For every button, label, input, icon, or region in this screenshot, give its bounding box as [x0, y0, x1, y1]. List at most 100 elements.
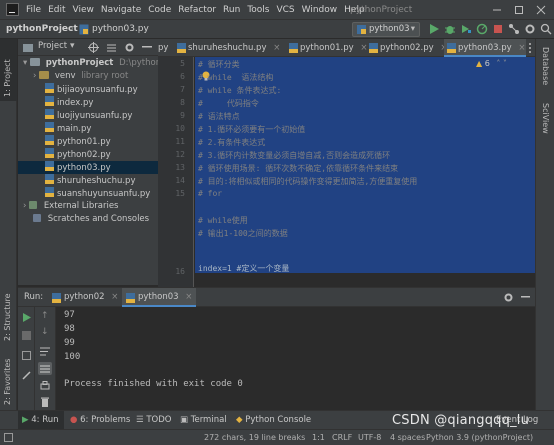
status-interpreter[interactable]: Python 3.9 (pythonProject)	[426, 430, 533, 445]
project-panel-header: Project ▾	[18, 39, 158, 56]
tab-overflow[interactable]: py	[158, 39, 168, 57]
chevron-down-icon: ▾	[23, 58, 28, 68]
tab-shuruheshuchu[interactable]: shuruheshuchu.py ×	[174, 39, 284, 57]
hide-icon[interactable]	[521, 296, 530, 299]
gear-icon[interactable]	[124, 42, 135, 53]
debug-icon[interactable]	[444, 23, 456, 35]
structure-tool-button[interactable]: 2: Structure	[3, 293, 12, 341]
tool-terminal-button[interactable]: ▣ Terminal	[180, 411, 227, 430]
tree-item-file[interactable]: bijiaoyunsuanfu.py	[18, 83, 158, 96]
scroll-to-end-icon	[40, 365, 50, 373]
breadcrumb-file[interactable]: python03.py	[92, 20, 149, 39]
menu-refactor[interactable]: Refactor	[178, 0, 216, 20]
chevron-down-icon[interactable]: ▾	[70, 41, 75, 51]
tab-python01[interactable]: python01.py ×	[286, 39, 372, 57]
python-file-icon	[45, 174, 54, 184]
gear-icon[interactable]	[503, 292, 514, 303]
minimize-icon[interactable]	[490, 3, 504, 17]
tree-item-file-selected[interactable]: python03.py	[18, 161, 158, 174]
profile-icon[interactable]	[476, 23, 488, 35]
vcs-icon[interactable]	[508, 23, 520, 35]
code-editor[interactable]: 5 6 7 8 9 10 11 12 13 14 15 16 # 循环分类 # …	[158, 57, 535, 287]
arrow-up-icon[interactable]: ↑	[41, 311, 49, 321]
maximize-icon[interactable]	[512, 3, 526, 17]
tree-item-file[interactable]: python02.py	[18, 148, 158, 161]
tree-item-scratches[interactable]: Scratches and Consoles	[18, 213, 158, 226]
menu-vcs[interactable]: VCS	[276, 0, 294, 20]
run-icon[interactable]	[428, 23, 440, 35]
tree-item-external-libraries[interactable]: › External Libraries	[18, 200, 158, 213]
project-tool-button[interactable]: 1: Project	[0, 39, 17, 101]
close-icon[interactable]: ×	[111, 292, 118, 302]
tree-item-file[interactable]: shuruheshuchu.py	[18, 174, 158, 187]
window-toggle-icon[interactable]	[4, 433, 13, 442]
settings-icon[interactable]	[524, 23, 536, 35]
close-icon[interactable]: ×	[185, 292, 192, 302]
chevron-up-icon[interactable]: ˄	[496, 59, 500, 68]
arrow-down-icon[interactable]: ↓	[41, 327, 49, 337]
close-icon[interactable]	[534, 3, 548, 17]
menu-window[interactable]: Window	[302, 0, 338, 20]
run-configuration-select[interactable]: python03 ▾	[352, 22, 420, 37]
tree-root[interactable]: ▾ pythonProject D:\pythonPr	[18, 57, 170, 70]
status-indent[interactable]: 4 spaces	[390, 430, 425, 445]
menu-view[interactable]: View	[73, 0, 94, 20]
stop-icon[interactable]	[492, 23, 504, 35]
tool-todo-button[interactable]: ☰ TODO	[136, 411, 171, 430]
status-line-separator[interactable]: CRLF	[332, 430, 352, 445]
tool-python-console-button[interactable]: ◆ Python Console	[236, 411, 311, 430]
run-tab-python02[interactable]: python02 ×	[48, 288, 122, 307]
print-icon[interactable]	[40, 381, 50, 391]
line-number: 11	[175, 137, 185, 146]
hide-icon[interactable]	[142, 46, 152, 49]
more-tabs-icon[interactable]	[526, 42, 534, 54]
coverage-icon[interactable]	[460, 23, 472, 35]
run-panel: Run: python02 × python03 × ↑ ↓ 97 98 99 …	[18, 287, 535, 411]
tab-python03[interactable]: python03.py ×	[444, 39, 526, 57]
tree-item-file[interactable]: luojiyunsuanfu.py	[18, 109, 158, 122]
inspection-widget[interactable]: ▲ 6 ˄ ˅	[476, 59, 530, 71]
close-icon[interactable]: ×	[518, 43, 525, 53]
tool-problems-button[interactable]: ● 6: Problems	[70, 411, 130, 430]
menu-file[interactable]: File	[26, 0, 41, 20]
tree-item-file[interactable]: python01.py	[18, 135, 158, 148]
soft-wrap-icon[interactable]	[40, 347, 50, 356]
run-tab-python03[interactable]: python03 ×	[122, 288, 197, 307]
tree-item-label: python03.py	[57, 163, 111, 173]
menu-navigate[interactable]: Navigate	[101, 0, 141, 20]
scroll-to-end-button[interactable]	[38, 362, 52, 375]
tab-python02[interactable]: python02.py ×	[366, 39, 452, 57]
stop-icon[interactable]	[22, 331, 31, 340]
breadcrumb-project[interactable]: pythonProject	[6, 20, 78, 39]
tool-run-button[interactable]: ▶ 4: Run	[18, 411, 64, 430]
delete-icon[interactable]	[40, 397, 50, 407]
database-tool-button[interactable]: Database	[541, 47, 550, 85]
search-icon[interactable]	[540, 23, 552, 35]
tree-item-file[interactable]: index.py	[18, 96, 158, 109]
favorites-tool-button[interactable]: 2: Favorites	[3, 359, 12, 405]
rerun-icon[interactable]	[22, 313, 31, 322]
chevron-right-icon: ›	[33, 71, 37, 81]
menu-run[interactable]: Run	[223, 0, 240, 20]
menu-tools[interactable]: Tools	[247, 0, 269, 20]
collapse-all-icon[interactable]	[106, 42, 117, 53]
project-panel-title[interactable]: Project	[38, 41, 67, 51]
tree-item-label: python02.py	[57, 150, 111, 160]
status-encoding[interactable]: UTF-8	[358, 430, 381, 445]
tab-label: python03.py	[458, 43, 512, 53]
locate-icon[interactable]	[88, 42, 99, 53]
close-icon[interactable]: ×	[273, 43, 280, 53]
tree-item-file[interactable]: suanshuyunsuanfu.py	[18, 187, 158, 200]
status-caret-position[interactable]: 1:1	[312, 430, 325, 445]
menu-edit[interactable]: Edit	[48, 0, 65, 20]
chevron-down-icon[interactable]: ˅	[503, 59, 507, 68]
layout-icon[interactable]	[22, 351, 31, 360]
tree-item-venv[interactable]: › venv library root	[18, 70, 158, 83]
pin-icon[interactable]	[22, 371, 31, 380]
python-file-icon	[45, 161, 54, 171]
tree-item-file[interactable]: main.py	[18, 122, 158, 135]
inspection-count: 6	[484, 59, 490, 68]
breadcrumb-separator: ›	[70, 24, 74, 34]
menu-code[interactable]: Code	[148, 0, 171, 20]
sciview-tool-button[interactable]: SciView	[541, 103, 550, 134]
